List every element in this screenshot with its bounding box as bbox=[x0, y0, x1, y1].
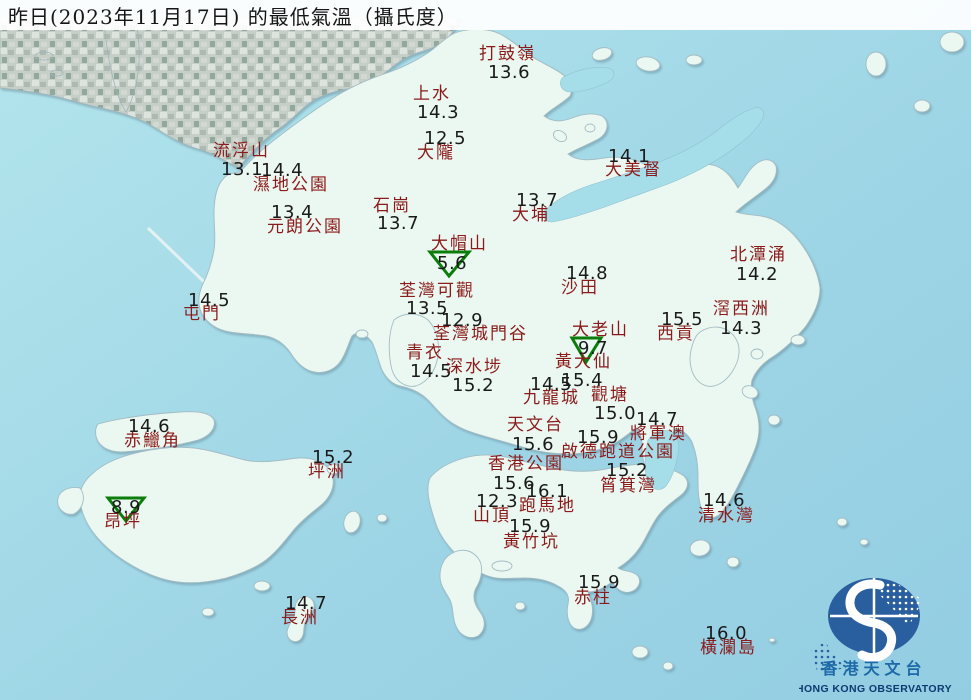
tolo-islet bbox=[584, 123, 596, 133]
islet bbox=[514, 601, 526, 611]
port-shelter-islet bbox=[754, 305, 766, 315]
islet bbox=[326, 463, 340, 475]
hko-logo-name-en: HONG KONG OBSERVATORY bbox=[799, 683, 952, 695]
soko-islet bbox=[253, 580, 271, 592]
islet bbox=[726, 556, 740, 568]
ma-wan-island bbox=[355, 329, 369, 339]
port-shelter-islet bbox=[790, 334, 806, 346]
weather-map-screenshot: 打鼓嶺 13.6 上水 14.3 大隴 12.5 大美督 14.1 流浮山 13.1 濕地公園 14.… bbox=[0, 0, 971, 700]
hko-logo: 香港天文台 HONG KONG OBSERVATORY bbox=[799, 578, 952, 695]
ninepin-islet bbox=[859, 538, 869, 546]
deep-bay-islet bbox=[50, 69, 64, 77]
ninepin-islet bbox=[836, 517, 848, 527]
page-title: 昨日(2023年11月17日) 的最低氣溫（攝氏度） bbox=[8, 4, 458, 29]
mirs-bay-islet bbox=[685, 54, 703, 66]
waglan-islet bbox=[768, 637, 776, 643]
mirs-bay-islet bbox=[865, 51, 887, 77]
mirs-bay-islet bbox=[939, 31, 965, 53]
port-shelter-islet bbox=[767, 414, 781, 426]
mirs-bay-islet bbox=[913, 99, 931, 113]
soko-islet bbox=[201, 607, 215, 617]
islet bbox=[662, 661, 674, 671]
po-toi-island bbox=[631, 645, 649, 659]
title-bar: 昨日(2023年11月17日) 的最低氣溫（攝氏度） bbox=[0, 0, 971, 30]
islet bbox=[376, 513, 388, 523]
port-shelter-islet bbox=[750, 348, 764, 360]
hko-logo-name-zh: 香港天文台 bbox=[820, 659, 926, 678]
ap-lei-chau-island bbox=[491, 560, 513, 572]
deep-bay-islet bbox=[34, 51, 54, 61]
